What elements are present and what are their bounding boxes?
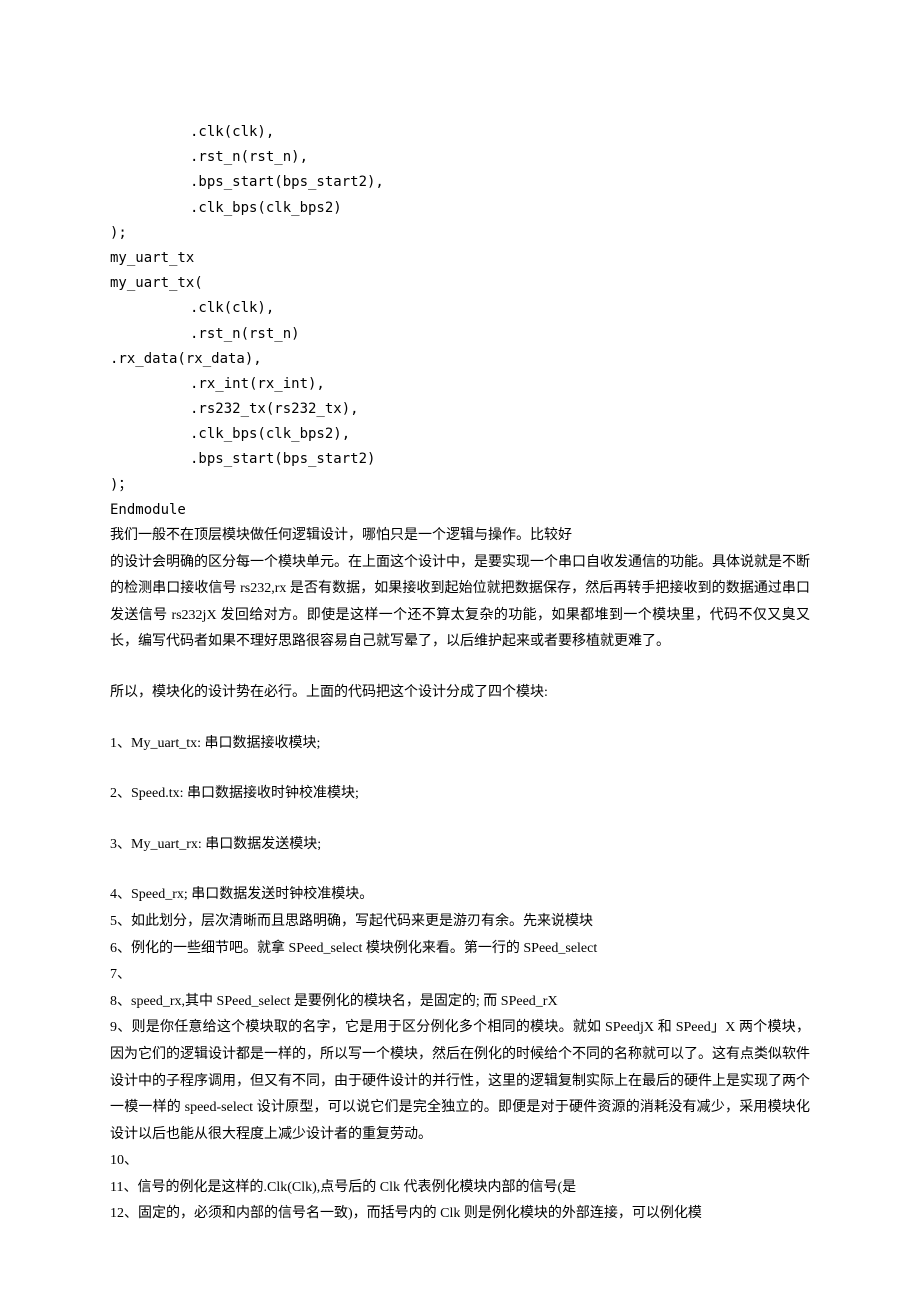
code-line: .rst_n(rst_n),: [110, 145, 810, 170]
code-line: .clk_bps(clk_bps2): [110, 196, 810, 221]
code-line: .bps_start(bps_start2): [110, 447, 810, 472]
code-line: my_uart_tx: [110, 246, 810, 271]
spacer: [110, 656, 810, 680]
list-item: 10、: [110, 1148, 810, 1175]
list-item: 1、My_uart_tx: 串口数据接收模块;: [110, 731, 810, 758]
spacer: [110, 707, 810, 731]
list-item: 4、Speed_rx; 串口数据发送时钟校准模块。: [110, 882, 810, 909]
list-item: 7、: [110, 962, 810, 989]
paragraph: 所以，模块化的设计势在必行。上面的代码把这个设计分成了四个模块:: [110, 680, 810, 707]
spacer: [110, 757, 810, 781]
spacer: [110, 808, 810, 832]
code-line: .rx_int(rx_int),: [110, 372, 810, 397]
code-line: my_uart_tx(: [110, 271, 810, 296]
paragraph: 的设计会明确的区分每一个模块单元。在上面这个设计中，是要实现一个串口自收发通信的…: [110, 550, 810, 656]
code-line: .clk(clk),: [110, 296, 810, 321]
list-item: 6、例化的一些细节吧。就拿 SPeed_select 模块例化来看。第一行的 S…: [110, 936, 810, 963]
code-line: .clk(clk),: [110, 120, 810, 145]
code-line: );: [110, 221, 810, 246]
spacer: [110, 858, 810, 882]
list-item: 11、信号的例化是这样的.Clk(Clk),点号后的 Clk 代表例化模块内部的…: [110, 1175, 810, 1202]
document-page: .clk(clk), .rst_n(rst_n), .bps_start(bps…: [0, 0, 920, 1301]
code-line: Endmodule: [110, 498, 810, 523]
code-line: .rst_n(rst_n): [110, 322, 810, 347]
list-item: 3、My_uart_rx: 串口数据发送模块;: [110, 832, 810, 859]
list-item: 9、则是你任意给这个模块取的名字，它是用于区分例化多个相同的模块。就如 SPee…: [110, 1015, 810, 1148]
code-line: .rx_data(rx_data),: [110, 347, 810, 372]
code-line: )；: [110, 473, 810, 498]
list-item: 2、Speed.tx: 串口数据接收时钟校准模块;: [110, 781, 810, 808]
code-line: .clk_bps(clk_bps2),: [110, 422, 810, 447]
paragraph: 我们一般不在顶层模块做任何逻辑设计，哪怕只是一个逻辑与操作。比较好: [110, 523, 810, 550]
code-line: .bps_start(bps_start2),: [110, 170, 810, 195]
list-item: 12、固定的，必须和内部的信号名一致)，而括号内的 Clk 则是例化模块的外部连…: [110, 1201, 810, 1228]
list-item: 8、speed_rx,其中 SPeed_select 是要例化的模块名，是固定的…: [110, 989, 810, 1016]
code-line: .rs232_tx(rs232_tx),: [110, 397, 810, 422]
list-item: 5、如此划分，层次清晰而且思路明确，写起代码来更是游刃有余。先来说模块: [110, 909, 810, 936]
